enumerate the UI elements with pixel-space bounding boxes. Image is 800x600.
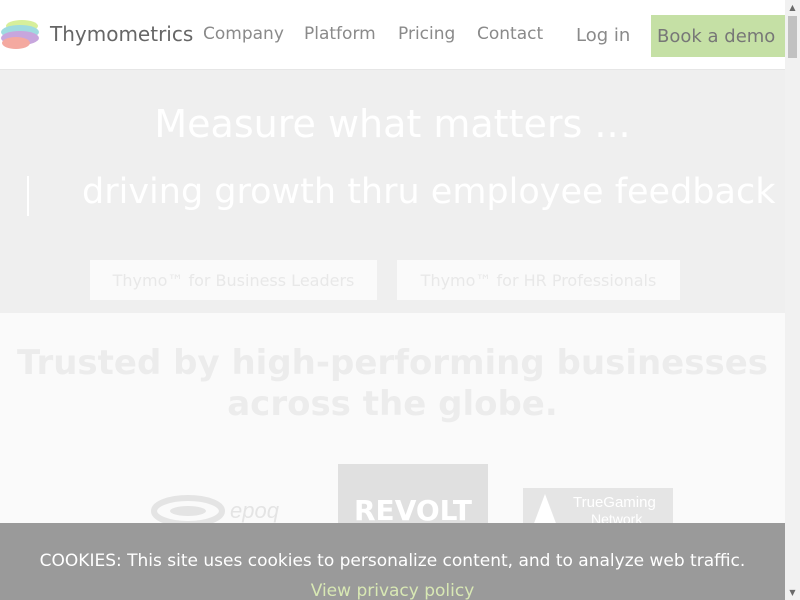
- scrollbar-thumb[interactable]: [788, 16, 797, 58]
- brand-name[interactable]: Thymometrics: [50, 22, 193, 46]
- cta-business-leaders-button[interactable]: Thymo™ for Business Leaders: [90, 260, 377, 300]
- cookie-text: COOKIES: This site uses cookies to perso…: [39, 551, 746, 571]
- privacy-policy-link[interactable]: View privacy policy: [0, 581, 785, 600]
- nav-link-contact[interactable]: Contact: [477, 24, 543, 44]
- scroll-down-arrow-icon[interactable]: ▼: [785, 585, 800, 600]
- thymometrics-logo-icon[interactable]: [0, 17, 42, 51]
- hero-subtitle: driving growth thru employee feedback: [82, 172, 776, 212]
- hero-title: Measure what matters ...: [154, 102, 631, 146]
- scroll-up-arrow-icon[interactable]: ▲: [785, 0, 800, 15]
- tgn-logo-line1: TrueGaming: [573, 494, 656, 511]
- nav-link-company[interactable]: Company: [203, 24, 284, 44]
- cookie-banner: COOKIES: This site uses cookies to perso…: [0, 523, 785, 600]
- nav-link-platform[interactable]: Platform: [304, 24, 376, 44]
- truegaming-network-logo: TrueGaming Network: [523, 488, 673, 528]
- epoq-logo-text: epoq: [230, 498, 280, 523]
- top-nav: Thymometrics Company Platform Pricing Co…: [0, 0, 785, 70]
- nav-link-pricing[interactable]: Pricing: [398, 24, 455, 44]
- typing-cursor: [27, 176, 29, 216]
- cta-hr-professionals-button[interactable]: Thymo™ for HR Professionals: [397, 260, 680, 300]
- book-demo-button[interactable]: Book a demo: [651, 15, 785, 57]
- trusted-title: Trusted by high-performing businesses ac…: [16, 343, 769, 424]
- page-scrollbar[interactable]: ▲ ▼: [785, 0, 800, 600]
- hero-section: Measure what matters ... driving growth …: [0, 70, 785, 313]
- login-link[interactable]: Log in: [576, 25, 630, 46]
